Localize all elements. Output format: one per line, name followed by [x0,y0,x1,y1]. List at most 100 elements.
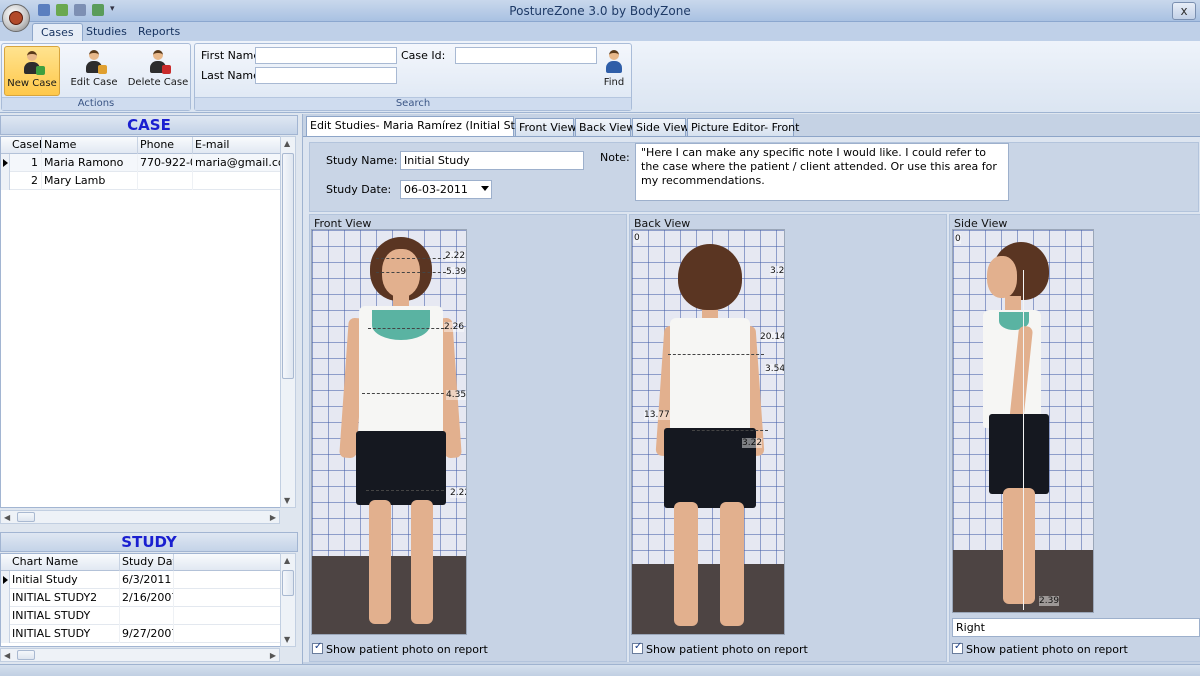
delete-case-button[interactable]: Delete Case [126,46,190,96]
tab-side-view[interactable]: Side View [632,118,689,137]
case-grid-vscroll[interactable]: ▲ ▼ [280,136,296,508]
row-indicator [1,589,10,607]
note-label: Note: [600,151,630,164]
scroll-left-icon[interactable]: ◀ [4,513,10,522]
table-row[interactable]: INITIAL STUDY [1,607,281,625]
tab-edit-studies[interactable]: Edit Studies- Maria Ramírez (Initial Stu… [306,116,540,137]
measurement-value: 5.39 [446,267,467,277]
table-row[interactable]: 1 Maria Ramono 770-922-0 maria@gmail.com [1,154,281,172]
side-view-panel: Side View 0 2.39 Right Show patient phot… [949,214,1200,662]
scroll-right-icon[interactable]: ▶ [270,651,276,660]
note-field[interactable]: "Here I can make any specific note I wou… [635,143,1009,201]
editor-tabs: Edit Studies- Maria Ramírez (Initial Stu… [303,116,1200,137]
side-show-photo-label: Show patient photo on report [966,643,1128,656]
scroll-up-icon[interactable]: ▲ [284,556,290,565]
front-view-photo[interactable]: 2.22 5.39 2.26 4.35 2.22 [311,229,467,635]
study-grid-hscroll[interactable]: ◀ ▶ [0,648,280,662]
scroll-thumb[interactable] [282,570,294,596]
scroll-down-icon[interactable]: ▼ [284,496,290,505]
study-date-picker[interactable]: 06-03-2011 [400,180,492,199]
dropdown-arrow-icon[interactable] [481,186,489,191]
find-button[interactable]: Find [599,46,629,96]
side-view-photo[interactable]: 0 2.39 [952,229,1094,613]
close-button[interactable]: x [1172,2,1196,20]
tab-back-view[interactable]: Back View [575,118,635,137]
case-id-field[interactable] [455,47,597,64]
orientation-field[interactable]: Right [952,618,1200,637]
case-name-cell: Maria Ramono [42,154,138,172]
measurement-value: 13.77 [644,410,670,420]
study-name-field[interactable]: Initial Study [400,151,584,170]
case-phone-cell [138,172,193,190]
front-view-panel: Front View 2.22 5.39 2.26 4.35 2.2 ✓Show… [309,214,627,662]
hscroll-thumb[interactable] [17,512,35,522]
case-grid-header: CaseId Name Phone E-mail [1,137,281,154]
new-case-label: New Case [7,78,57,89]
actions-group: New Case Edit Case Delete Case Actions [1,43,191,111]
measurement-value: 2.39 [1039,596,1060,606]
app-logo-icon [9,11,23,25]
col-chart-name[interactable]: Chart Name [10,554,120,571]
scroll-left-icon[interactable]: ◀ [4,651,10,660]
current-row-indicator [1,571,10,589]
case-phone-cell: 770-922-0 [138,154,193,172]
case-grid-hscroll[interactable]: ◀ ▶ [0,510,280,524]
title-bar: ▾ PostureZone 3.0 by BodyZone x [0,0,1200,22]
study-name-label: Study Name: [326,154,398,167]
study-date-cell: 9/27/2007 [120,625,174,643]
tab-front-view[interactable]: Front View [515,118,576,137]
col-study-date[interactable]: Study Dat [120,554,174,571]
scroll-right-icon[interactable]: ▶ [270,513,276,522]
edit-case-button[interactable]: Edit Case [66,46,122,96]
app-menu-button[interactable] [2,4,30,32]
tab-reports[interactable]: Reports [130,23,188,41]
back-show-photo-checkbox[interactable]: Show patient photo on report [632,641,808,656]
study-date-cell: 2/16/2007 [120,589,174,607]
case-name-cell: Mary Lamb [42,172,138,190]
col-name[interactable]: Name [42,137,138,154]
new-case-button[interactable]: New Case [4,46,60,96]
scroll-down-icon[interactable]: ▼ [284,635,290,644]
side-show-photo-checkbox[interactable]: Show patient photo on report [952,641,1128,656]
back-view-panel: Back View 0 3.2 20.14 3.54 13.77 3.22 ✓S… [629,214,947,662]
current-row-indicator [1,154,10,172]
scroll-up-icon[interactable]: ▲ [284,139,290,148]
delete-case-label: Delete Case [127,77,189,88]
study-grid-vscroll[interactable]: ▲ ▼ [280,553,296,647]
measurement-value: 20.14 [760,332,785,342]
table-row[interactable]: Initial Study 6/3/2011 [1,571,281,589]
measurement-value: 2.22 [445,251,466,261]
study-date-value: 06-03-2011 [404,183,468,196]
checkbox-checked-icon[interactable] [632,641,643,654]
case-id-cell: 1 [10,154,42,172]
hscroll-thumb[interactable] [17,650,35,660]
front-show-photo-checkbox[interactable]: Show patient photo on report [312,641,488,656]
last-name-field[interactable] [255,67,397,84]
edit-case-icon [83,50,107,74]
status-bar [0,664,1200,676]
tab-cases[interactable]: Cases [32,23,83,41]
checkbox-checked-icon[interactable] [312,641,323,654]
study-date-label: Study Date: [326,183,392,196]
table-row[interactable]: INITIAL STUDY 9/27/2007 [1,625,281,643]
back-view-photo[interactable]: 0 3.2 20.14 3.54 13.77 3.22 [631,229,785,635]
study-section-title: STUDY [0,532,298,552]
col-email[interactable]: E-mail [193,137,281,154]
table-row[interactable]: 2 Mary Lamb [1,172,281,190]
left-panel: CASE CaseId Name Phone E-mail 1 Maria Ra… [0,114,298,664]
table-row[interactable]: INITIAL STUDY2 2/16/2007 [1,589,281,607]
col-phone[interactable]: Phone [138,137,193,154]
study-date-cell [120,607,174,625]
tab-picture-editor[interactable]: Picture Editor- Front [687,118,799,137]
measurement-value: 3.54 [765,364,785,374]
first-name-field[interactable] [255,47,397,64]
actions-group-label: Actions [2,97,190,110]
find-label: Find [603,77,625,88]
tab-studies[interactable]: Studies [78,23,135,41]
col-caseid[interactable]: CaseId [10,137,42,154]
search-group-label: Search [195,97,631,110]
checkbox-checked-icon[interactable] [952,641,963,654]
measurement-value: 0 [634,233,640,243]
scroll-thumb[interactable] [282,153,294,379]
case-id-label: Case Id: [401,49,446,62]
